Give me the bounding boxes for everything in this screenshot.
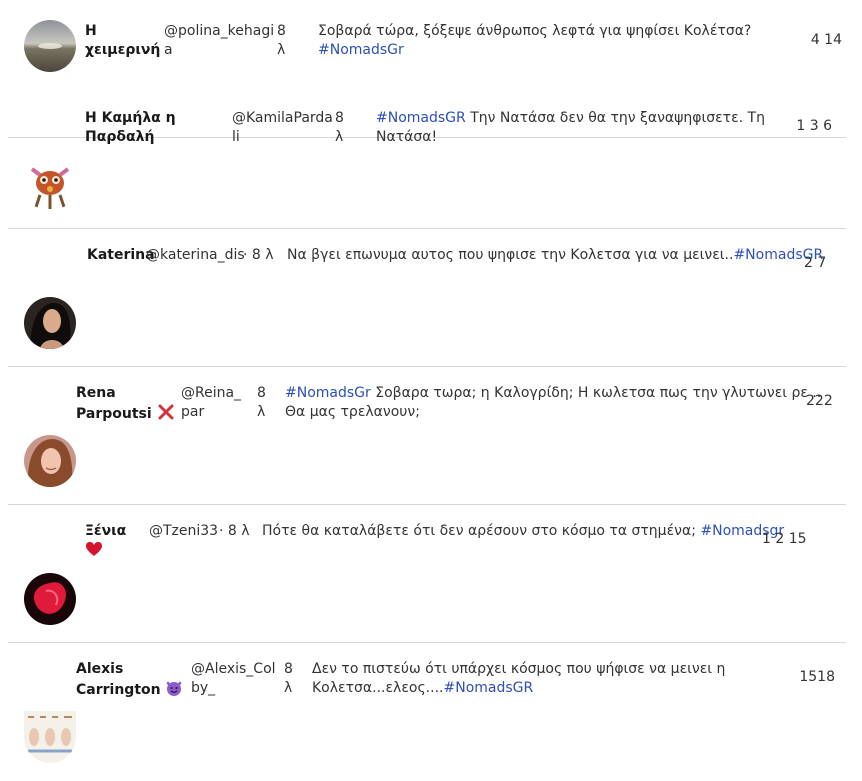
tweet-card[interactable]: Rena Parpoutsi @Reina_ par 8 λ #NomadsGr …: [0, 367, 862, 505]
cross-mark-icon: [157, 403, 175, 421]
time-unit: λ: [257, 404, 266, 420]
engagement-counts: 1518: [799, 669, 835, 685]
engagement-counts: 4 14: [810, 32, 842, 48]
time-number: 8: [335, 110, 344, 126]
timestamp: · 8 λ: [219, 523, 250, 539]
engagement-counts: 1 3 6: [796, 118, 832, 134]
display-name[interactable]: Alexis Carrington: [76, 660, 184, 700]
display-name[interactable]: Ξένια: [85, 522, 147, 560]
time-unit: λ: [277, 42, 286, 58]
smiling-devil-icon: [165, 679, 183, 697]
hashtag-link[interactable]: #NomadsGr: [285, 385, 371, 401]
timestamp: 8 λ: [257, 384, 279, 422]
avatar[interactable]: [24, 20, 76, 72]
avatar[interactable]: [24, 297, 76, 349]
display-name[interactable]: Rena Parpoutsi: [76, 384, 176, 424]
engagement-counts: 2 7: [804, 255, 827, 271]
tweet-card[interactable]: Ξένια @Tzeni33 · 8 λ Πότε θα καταλάβετε …: [0, 505, 862, 643]
hashtag-link[interactable]: #NomadsGR: [443, 680, 533, 696]
hashtag-link[interactable]: #NomadsGr: [318, 42, 404, 58]
tweet-text: Δεν το πιστεύω ότι υπάρχει κόσμος που ψή…: [312, 661, 726, 696]
avatar[interactable]: [24, 573, 76, 625]
avatar[interactable]: [24, 711, 76, 763]
time-unit: λ: [284, 680, 293, 696]
time-number: 8: [277, 23, 286, 39]
hashtag-link[interactable]: #NomadsGR: [376, 110, 466, 126]
tweet-card[interactable]: Katerina @katerina_dis · 8 λ Να βγει επω…: [0, 229, 862, 367]
avatar[interactable]: [24, 435, 76, 487]
time-number: 8: [284, 661, 293, 677]
tweet-card[interactable]: Alexis Carrington @Alexis_Col by_ 8 λ Δεν…: [0, 643, 862, 781]
display-name[interactable]: Katerina: [87, 246, 155, 265]
user-handle[interactable]: @KamilaParda li: [232, 109, 333, 147]
time-number: 8: [257, 385, 266, 401]
tweet-text: #NomadsGr Σοβαρα τωρα; η Καλογρίδη; Η κω…: [285, 385, 822, 420]
tweet-text: #NomadsGR Την Νατάσα δεν θα την ξαναψηφι…: [376, 110, 765, 145]
user-handle[interactable]: @polina_kehagi a: [164, 22, 274, 60]
user-handle[interactable]: @Tzeni33: [149, 522, 224, 541]
user-handle[interactable]: @Alexis_Col by_: [191, 660, 279, 698]
timestamp: 8 λ: [284, 660, 306, 698]
user-handle[interactable]: @katerina_dis: [146, 246, 245, 265]
display-name[interactable]: Η χειμερινή: [85, 22, 160, 60]
tweet-text: Πότε θα καταλάβετε ότι δεν αρέσουν στο κ…: [262, 523, 785, 539]
timestamp: 8 λ: [277, 22, 299, 60]
engagement-counts: 222: [806, 393, 833, 409]
timestamp: 8 λ: [335, 109, 357, 147]
tweet-text: Σοβαρά τώρα, ξόξεψε άνθρωπος λεφτά για ψ…: [318, 23, 752, 58]
red-heart-icon: [85, 541, 103, 557]
avatar[interactable]: [24, 159, 76, 211]
timestamp: · 8 λ: [243, 247, 274, 263]
tweet-text: Να βγει επωνυμα αυτος που ψηφισε την Κολ…: [287, 247, 824, 263]
engagement-counts: 1 2 15: [762, 531, 807, 547]
display-name[interactable]: Η Καμήλα η Παρδαλή: [85, 109, 195, 147]
tweet-card[interactable]: Η Καμήλα η Παρδαλή @KamilaParda li 8 λ #N…: [0, 91, 862, 229]
user-handle[interactable]: @Reina_ par: [181, 384, 251, 422]
time-unit: λ: [335, 129, 344, 145]
tweet-feed: Η χειμερινή @polina_kehagi a 8 λ Σοβαρά τ…: [0, 0, 862, 778]
